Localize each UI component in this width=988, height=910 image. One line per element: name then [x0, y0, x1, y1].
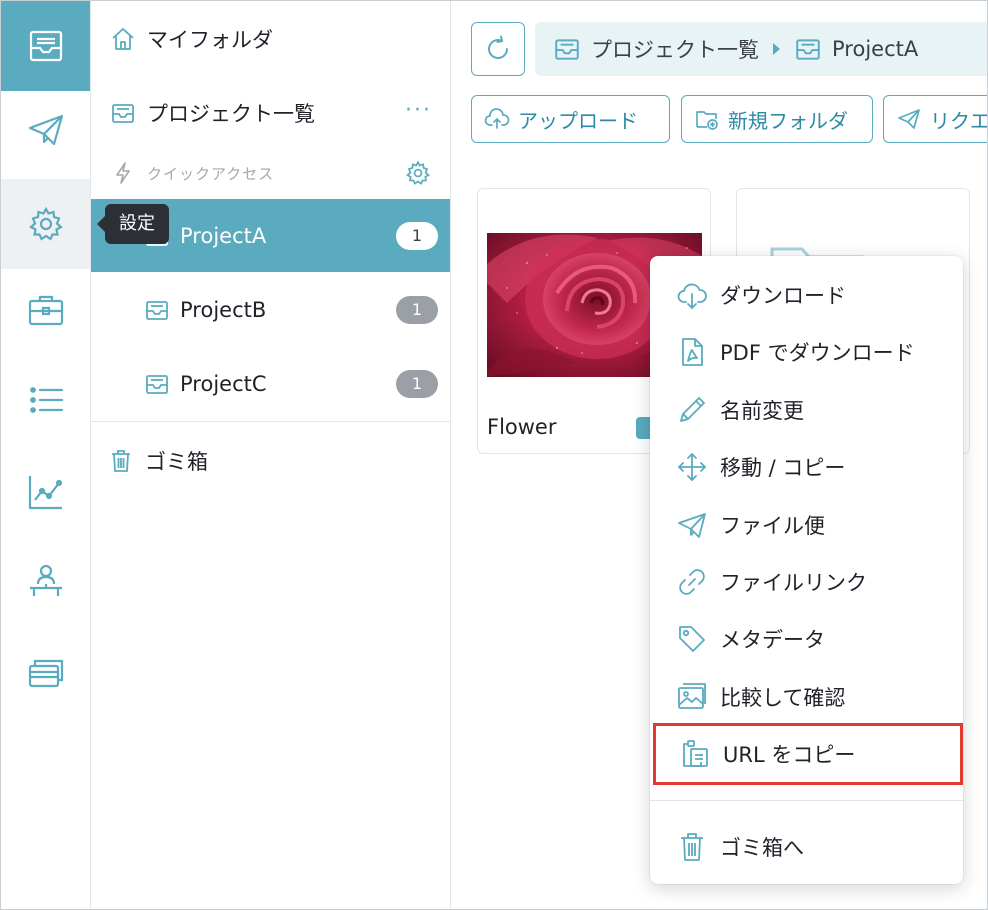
- gear-icon: [28, 206, 63, 241]
- trash-icon: [681, 833, 703, 861]
- icon-rail: [1, 1, 91, 909]
- paper-plane-icon: [898, 109, 920, 129]
- new-folder-label: 新規フォルダ: [728, 108, 848, 133]
- quick-access-label: クイックアクセス: [147, 164, 275, 183]
- menu-item-label: PDF でダウンロード: [720, 341, 915, 365]
- project-name: ProjectA: [180, 223, 267, 248]
- cloud-download-icon: [677, 283, 707, 309]
- project-name: ProjectB: [180, 297, 267, 322]
- menu-item-move-to-trash[interactable]: ゴミ箱へ: [650, 824, 963, 870]
- rail-item-members[interactable]: [1, 537, 90, 627]
- settings-tooltip: 設定: [97, 204, 169, 244]
- menu-item-download-pdf[interactable]: PDF でダウンロード: [650, 329, 963, 375]
- refresh-icon: [488, 35, 508, 59]
- lightning-icon: [109, 159, 137, 187]
- rail-item-analytics[interactable]: [1, 447, 90, 537]
- menu-item-metadata[interactable]: メタデータ: [650, 616, 963, 662]
- rail-item-send[interactable]: [1, 85, 90, 175]
- menu-item-label: 移動 / コピー: [720, 456, 846, 480]
- sidebar-item-project-c[interactable]: ProjectC 1: [91, 347, 450, 420]
- rail-item-settings[interactable]: [1, 179, 90, 269]
- rail-item-list[interactable]: [1, 355, 90, 445]
- folder-tray-icon: [109, 99, 137, 127]
- count-badge: 1: [396, 221, 438, 250]
- menu-item-label: メタデータ: [720, 628, 825, 652]
- breadcrumb-label: プロジェクト一覧: [591, 38, 759, 62]
- menu-item-label: 名前変更: [720, 399, 804, 423]
- menu-item-label: ゴミ箱へ: [720, 836, 804, 860]
- list-icon: [29, 387, 63, 413]
- folder-tray-icon: [143, 370, 171, 398]
- rail-item-files[interactable]: [1, 1, 90, 91]
- chevron-right-icon: [773, 43, 780, 55]
- trash-icon: [107, 447, 135, 475]
- sidebar-item-project-b[interactable]: ProjectB 1: [91, 273, 450, 346]
- cloud-upload-icon: [484, 108, 510, 129]
- gear-icon[interactable]: [404, 159, 432, 187]
- sidebar-item-label: プロジェクト一覧: [147, 102, 315, 126]
- breadcrumb-label: ProjectA: [832, 37, 919, 61]
- menu-item-file-delivery[interactable]: ファイル便: [650, 502, 963, 548]
- menu-item-label: 比較して確認: [720, 686, 846, 710]
- breadcrumb: プロジェクト一覧 ProjectA: [535, 22, 987, 76]
- app-window: 設定 マイフォルダ プロジェクト一覧 ··· クイックアクセス ProjectA…: [0, 0, 988, 910]
- new-folder-button[interactable]: 新規フォルダ: [681, 95, 873, 143]
- rail-item-briefcase[interactable]: [1, 265, 90, 355]
- sidebar-item-my-folder[interactable]: マイフォルダ: [91, 23, 450, 55]
- project-name: ProjectC: [180, 371, 267, 396]
- inbox-icon: [29, 30, 62, 62]
- line-chart-icon: [28, 476, 62, 510]
- compare-image-icon: [678, 683, 706, 709]
- count-badge: 1: [396, 369, 438, 398]
- file-name: Flower: [487, 415, 557, 439]
- menu-item-move-copy[interactable]: 移動 / コピー: [650, 444, 963, 490]
- folder-tray-icon: [143, 296, 171, 324]
- paper-plane-icon: [28, 114, 63, 146]
- sidebar-item-project-list[interactable]: プロジェクト一覧 ···: [91, 97, 450, 129]
- menu-item-label: ファイルリンク: [720, 571, 867, 595]
- menu-item-label: ダウンロード: [720, 284, 846, 308]
- folder-sidebar: マイフォルダ プロジェクト一覧 ··· クイックアクセス ProjectA 1 …: [91, 1, 451, 909]
- pdf-file-icon: [682, 338, 703, 366]
- menu-item-compare[interactable]: 比較して確認: [650, 674, 963, 720]
- menu-item-copy-url[interactable]: URL をコピー: [653, 723, 963, 785]
- folder-tray-icon: [796, 39, 820, 60]
- more-options-icon[interactable]: ···: [405, 100, 432, 122]
- pencil-icon: [680, 397, 705, 422]
- org-chart-icon: [29, 564, 62, 596]
- breadcrumb-item-project-list[interactable]: プロジェクト一覧: [553, 34, 759, 64]
- link-icon: [679, 569, 705, 595]
- briefcase-icon: [28, 295, 63, 326]
- cards-icon: [28, 659, 63, 688]
- menu-item-rename[interactable]: 名前変更: [650, 387, 963, 433]
- menu-item-download[interactable]: ダウンロード: [650, 272, 963, 318]
- folder-tray-icon: [555, 39, 579, 60]
- new-folder-icon: [696, 111, 718, 130]
- sidebar-item-trash[interactable]: ゴミ箱: [91, 445, 450, 477]
- sidebar-item-label: ゴミ箱: [145, 450, 208, 474]
- paper-plane-icon: [678, 513, 706, 538]
- request-label: リクエ: [930, 108, 988, 133]
- menu-item-file-link[interactable]: ファイルリンク: [650, 559, 963, 605]
- refresh-button[interactable]: [471, 22, 525, 76]
- menu-divider: [650, 800, 963, 801]
- request-button[interactable]: リクエ: [883, 95, 988, 143]
- menu-item-label: ファイル便: [720, 514, 825, 538]
- clipboard-copy-icon: [683, 740, 708, 767]
- home-icon: [109, 25, 137, 53]
- quick-access-header: クイックアクセス: [91, 158, 450, 188]
- upload-button[interactable]: アップロード: [471, 95, 670, 143]
- menu-item-label: URL をコピー: [723, 743, 856, 767]
- breadcrumb-item-project-a[interactable]: ProjectA: [794, 35, 918, 63]
- rail-item-cards[interactable]: [1, 627, 90, 717]
- count-badge: 1: [396, 295, 438, 324]
- sidebar-divider: [91, 421, 450, 422]
- move-arrows-icon: [678, 453, 706, 481]
- upload-label: アップロード: [518, 108, 638, 133]
- sidebar-item-label: マイフォルダ: [147, 28, 273, 52]
- context-menu: ダウンロード PDF でダウンロード 名前変更 移動 / コピー ファイル便 フ…: [650, 256, 963, 884]
- tag-icon: [679, 626, 705, 652]
